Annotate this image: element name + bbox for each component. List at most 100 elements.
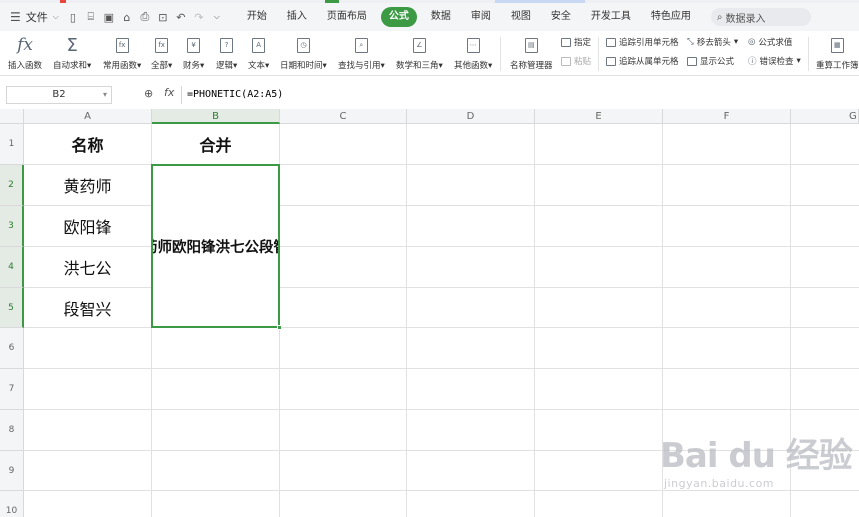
search-icon: ⌕ [716, 11, 723, 23]
remove-arrows-button[interactable]: ⤡ 移去箭头 ▾ [687, 36, 738, 48]
cell-b1[interactable]: 合并 [152, 124, 279, 164]
cell-a1[interactable]: 名称 [24, 124, 151, 164]
row-header-2[interactable]: 2 [0, 165, 24, 206]
trace-precedents-icon [606, 37, 616, 47]
cell-a3[interactable]: 欧阳锋 [24, 206, 151, 246]
logical-button[interactable]: ? 逻辑▾ [216, 34, 237, 71]
column-header-g[interactable]: G [791, 109, 859, 124]
name-manager-button[interactable]: ▤ 名称管理器 [510, 34, 553, 71]
watermark-url: jingyan.baidu.com [664, 477, 775, 490]
quick-access-toolbar: ▯ ⌸ ▣ ⌂ ⎙ ⊡ ↶ ↷ ⌵ [67, 10, 223, 24]
recalc-button[interactable]: ▦ 重算工作簿 [816, 34, 859, 71]
insert-function-label: 插入函数 [8, 61, 43, 71]
baidu-jingyan-watermark: Bai du 经验 jingyan.baidu.com [660, 428, 855, 508]
new-icon[interactable]: ▯ [67, 11, 79, 24]
question-icon: ? [220, 37, 234, 53]
trace-precedents-button[interactable]: 追踪引用单元格 [606, 36, 679, 48]
tab-developer[interactable]: 开发工具 [581, 7, 641, 27]
tab-security[interactable]: 安全 [541, 7, 581, 27]
tab-home[interactable]: 开始 [237, 7, 277, 27]
trace-dependents-button[interactable]: 追踪从属单元格 [606, 55, 679, 67]
more-functions-icon: ⋯ [466, 37, 480, 53]
fx-icon[interactable]: fx [164, 86, 174, 99]
specify-label: 指定 [574, 38, 592, 48]
tab-review[interactable]: 审阅 [461, 7, 501, 27]
evaluate-formula-label: 公式求值 [758, 38, 793, 48]
fill-handle[interactable] [277, 325, 282, 330]
merged-cell-b2-b5[interactable]: 黄药师欧阳锋洪七公段智兴 [151, 164, 280, 328]
datetime-button[interactable]: ◷ 日期和时间▾ [280, 34, 327, 71]
tab-special[interactable]: 特色应用 [641, 7, 701, 27]
evaluate-formula-button[interactable]: ◎ 公式求值 [748, 36, 792, 48]
specify-button[interactable]: 指定 [561, 36, 591, 48]
column-header-d[interactable]: D [407, 109, 535, 124]
common-functions-label: 常用函数▾ [103, 61, 142, 71]
row-header-6[interactable]: 6 [0, 328, 24, 369]
row-header-7[interactable]: 7 [0, 369, 24, 410]
row-header-8[interactable]: 8 [0, 410, 24, 451]
redo-icon[interactable]: ↷ [193, 11, 205, 24]
cell-a4[interactable]: 洪七公 [24, 247, 151, 287]
row-header-10[interactable]: 10 [0, 491, 24, 517]
paste-icon [561, 56, 571, 66]
select-all-corner[interactable] [0, 109, 24, 124]
file-menu[interactable]: ☰ 文件 ⌵ [0, 3, 59, 31]
column-header-f[interactable]: F [663, 109, 791, 124]
trace-dependents-icon [606, 56, 616, 66]
lookup-button[interactable]: ⌕ 查找与引用▾ [338, 34, 385, 71]
chevron-down-icon[interactable]: ▾ [103, 87, 107, 103]
print-icon[interactable]: ⎙ [139, 10, 151, 24]
save-icon[interactable]: ▣ [103, 11, 115, 24]
other-functions-label: 其他函数▾ [454, 61, 493, 71]
autosum-button[interactable]: Σ 自动求和▾ [53, 34, 91, 72]
spreadsheet-grid: A B C D E F G 1 2 3 4 5 6 7 8 9 10 名称 合并… [0, 109, 859, 517]
row-header-5[interactable]: 5 [0, 288, 24, 328]
lookup-label: 查找与引用▾ [338, 61, 385, 71]
sigma-icon: Σ [66, 34, 78, 56]
column-header-b[interactable]: B [152, 109, 280, 124]
show-formulas-label: 显示公式 [700, 57, 735, 67]
evaluate-formula-icon: ◎ [748, 37, 756, 47]
tab-page-layout[interactable]: 页面布局 [317, 7, 377, 27]
formula-input[interactable]: =PHONETIC(A2:A5) [181, 86, 859, 104]
column-header-e[interactable]: E [535, 109, 663, 124]
text-a-icon: A [252, 37, 266, 53]
row-header-1[interactable]: 1 [0, 124, 24, 165]
common-functions-button[interactable]: fx 常用函数▾ [103, 34, 141, 71]
text-functions-button[interactable]: A 文本▾ [248, 34, 269, 71]
show-formulas-icon [687, 56, 697, 66]
command-search[interactable]: ⌕ 数据录入 [710, 8, 811, 26]
error-check-button[interactable]: ⓘ 错误检查 ▾ [748, 55, 801, 67]
more-icon[interactable]: ⌵ [211, 12, 223, 22]
print-preview-icon[interactable]: ⊡ [157, 11, 169, 24]
paste-name-button[interactable]: 粘贴 [561, 55, 591, 67]
tab-formulas[interactable]: 公式 [380, 7, 417, 27]
tab-view[interactable]: 视图 [501, 7, 541, 27]
other-functions-button[interactable]: ⋯ 其他函数▾ [454, 34, 492, 71]
show-formulas-button[interactable]: 显示公式 [687, 55, 734, 67]
open-icon[interactable]: ⌸ [85, 10, 97, 24]
insert-function-button[interactable]: fx 插入函数 [8, 34, 42, 71]
formula-bar: B2 ▾ ⊕ fx =PHONETIC(A2:A5) [0, 84, 859, 106]
tab-insert[interactable]: 插入 [277, 7, 317, 27]
format-painter-icon[interactable]: ⌂ [121, 11, 133, 24]
row-header-3[interactable]: 3 [0, 206, 24, 247]
grid-line [406, 124, 407, 517]
paste-label: 粘贴 [574, 57, 592, 67]
all-functions-button[interactable]: fx 全部▾ [151, 34, 172, 71]
row-header-9[interactable]: 9 [0, 451, 24, 491]
cell-a5[interactable]: 段智兴 [24, 288, 151, 327]
watermark-logo: Bai du 经验 [660, 436, 853, 476]
trace-precedents-label: 追踪引用单元格 [619, 38, 679, 48]
undo-icon[interactable]: ↶ [175, 11, 187, 24]
tab-data[interactable]: 数据 [421, 7, 461, 27]
math-button[interactable]: ∠ 数学和三角▾ [396, 34, 443, 71]
cell-a2[interactable]: 黄药师 [24, 165, 151, 205]
name-box[interactable]: B2 ▾ [6, 86, 112, 104]
financial-button[interactable]: ¥ 财务▾ [183, 34, 204, 71]
row-header-4[interactable]: 4 [0, 247, 24, 288]
column-header-c[interactable]: C [280, 109, 407, 124]
zoom-search-icon[interactable]: ⊕ [144, 87, 153, 100]
name-box-value: B2 [52, 89, 66, 100]
column-header-a[interactable]: A [24, 109, 152, 124]
